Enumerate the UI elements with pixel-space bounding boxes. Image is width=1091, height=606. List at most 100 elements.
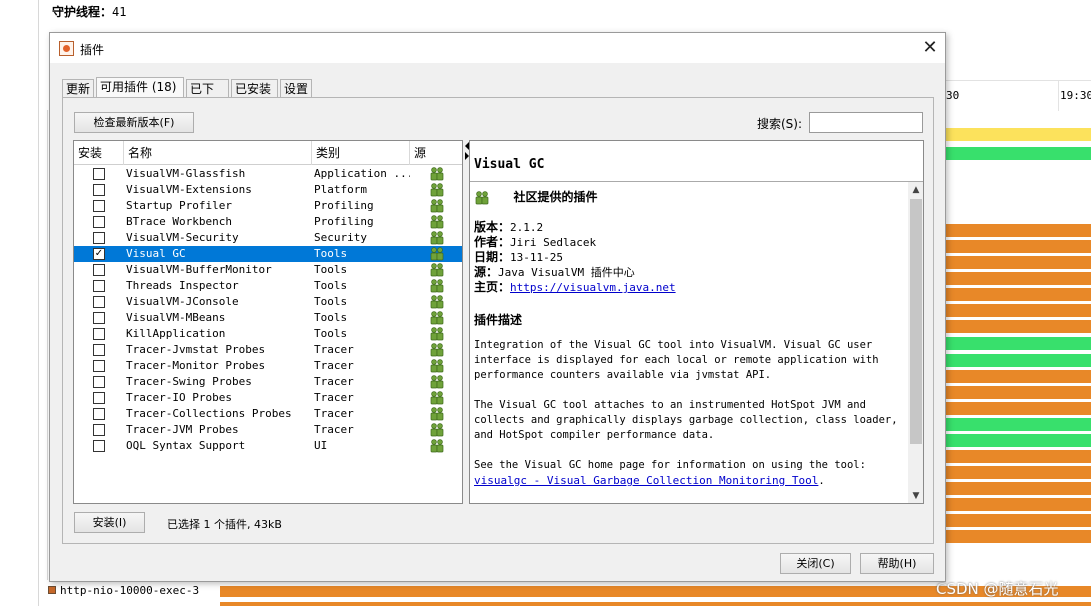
install-checkbox[interactable] — [93, 312, 105, 324]
timeline-tick: 19:30 — [1060, 89, 1091, 102]
homepage-row: 主页：https://visualvm.java.net — [474, 280, 676, 294]
install-checkbox[interactable] — [93, 392, 105, 404]
date-row: 日期：13-11-25 — [474, 250, 563, 264]
table-row[interactable]: Tracer-IO Probes Tracer — [74, 390, 462, 406]
plugin-name: OQL Syntax Support — [126, 439, 246, 452]
thread-row-label[interactable]: http-nio-10000-exec-3 — [48, 584, 199, 597]
detail-title: Visual GC — [474, 157, 545, 172]
community-people-icon — [430, 343, 444, 357]
install-checkbox[interactable] — [93, 280, 105, 292]
thread-bar — [944, 304, 1091, 317]
tab-settings[interactable]: 设置 — [280, 79, 312, 98]
community-people-icon — [430, 407, 444, 421]
community-people-icon — [430, 199, 444, 213]
tab-downloaded[interactable]: 已下载 — [186, 79, 229, 114]
check-updates-button[interactable]: 检查最新版本(F) — [74, 112, 194, 133]
thread-bar — [944, 147, 1091, 160]
column-header-source[interactable]: 源 — [410, 141, 462, 165]
column-header-category[interactable]: 类别 — [312, 141, 410, 165]
tab-updates[interactable]: 更新 — [62, 79, 94, 98]
install-button[interactable]: 安装(I) — [74, 512, 145, 533]
community-people-icon — [430, 375, 444, 389]
table-row[interactable]: ✓ Visual GC Tools — [74, 246, 462, 262]
help-button[interactable]: 帮助(H) — [860, 553, 934, 574]
visualgc-link[interactable]: visualgc - Visual Garbage Collection Mon… — [474, 474, 818, 487]
column-header-install[interactable]: 安装 — [74, 141, 124, 165]
install-checkbox[interactable] — [93, 424, 105, 436]
thread-bar — [944, 337, 1091, 350]
table-row[interactable]: VisualVM-Security Security — [74, 230, 462, 246]
install-checkbox[interactable] — [93, 232, 105, 244]
thread-bar — [944, 256, 1091, 269]
plugin-name: VisualVM-Extensions — [126, 183, 252, 196]
install-checkbox[interactable] — [93, 360, 105, 372]
thread-bar — [944, 386, 1091, 399]
community-people-icon — [430, 439, 444, 453]
author-row: 作者：Jiri Sedlacek — [474, 235, 597, 249]
community-row: 社区提供的插件 — [474, 190, 904, 210]
plugin-category: Tracer — [314, 375, 354, 388]
plugin-category: Tracer — [314, 391, 354, 404]
plugin-name: Startup Profiler — [126, 199, 232, 212]
scrollbar-thumb[interactable] — [910, 199, 922, 444]
plugin-name: Tracer-Swing Probes — [126, 375, 252, 388]
background-divider — [38, 0, 39, 606]
table-row[interactable]: VisualVM-BufferMonitor Tools — [74, 262, 462, 278]
install-checkbox[interactable] — [93, 184, 105, 196]
tab-installed[interactable]: 已安装 — [231, 79, 278, 98]
community-people-icon — [430, 327, 444, 341]
table-row[interactable]: Tracer-Jvmstat Probes Tracer — [74, 342, 462, 358]
plugin-name: Tracer-Monitor Probes — [126, 359, 266, 372]
install-checkbox[interactable] — [93, 376, 105, 388]
close-icon[interactable]: ✕ — [915, 33, 945, 63]
table-row[interactable]: VisualVM-MBeans Tools — [74, 310, 462, 326]
install-checkbox[interactable] — [93, 344, 105, 356]
table-row[interactable]: VisualVM-Extensions Platform — [74, 182, 462, 198]
dialog-titlebar[interactable]: 插件 ✕ — [50, 33, 945, 63]
install-checkbox[interactable] — [93, 216, 105, 228]
table-row[interactable]: Tracer-Monitor Probes Tracer — [74, 358, 462, 374]
homepage-paragraph: See the Visual GC home page for informat… — [474, 459, 866, 487]
table-row[interactable]: Tracer-Swing Probes Tracer — [74, 374, 462, 390]
scroll-down-icon[interactable]: ▼ — [908, 488, 923, 503]
plugin-category: Profiling — [314, 199, 374, 212]
install-checkbox[interactable] — [93, 296, 105, 308]
table-row[interactable]: Startup Profiler Profiling — [74, 198, 462, 214]
table-row[interactable]: VisualVM-Glassfish Application ... — [74, 166, 462, 182]
thread-bar — [944, 466, 1091, 479]
install-checkbox[interactable]: ✓ — [93, 248, 105, 260]
community-people-icon — [475, 191, 489, 205]
table-row[interactable]: Tracer-Collections Probes Tracer — [74, 406, 462, 422]
table-row[interactable]: VisualVM-JConsole Tools — [74, 294, 462, 310]
community-label: 社区提供的插件 — [513, 190, 598, 204]
table-row[interactable]: KillApplication Tools — [74, 326, 462, 342]
plugin-category: Tracer — [314, 343, 354, 356]
install-checkbox[interactable] — [93, 440, 105, 452]
install-checkbox[interactable] — [93, 264, 105, 276]
thread-bar — [944, 224, 1091, 237]
community-people-icon — [430, 295, 444, 309]
scroll-up-icon[interactable]: ▲ — [908, 182, 923, 198]
table-row[interactable]: Tracer-JVM Probes Tracer — [74, 422, 462, 438]
plugin-category: Tools — [314, 311, 348, 324]
homepage-link[interactable]: https://visualvm.java.net — [510, 281, 676, 294]
install-checkbox[interactable] — [93, 200, 105, 212]
install-checkbox[interactable] — [93, 408, 105, 420]
plugin-name: VisualVM-MBeans — [126, 311, 226, 324]
search-input[interactable] — [809, 112, 923, 133]
plugin-category: Tools — [314, 247, 348, 260]
install-checkbox[interactable] — [93, 328, 105, 340]
column-header-name[interactable]: 名称 — [124, 141, 312, 165]
plugin-category: Platform — [314, 183, 367, 196]
close-button[interactable]: 关闭(C) — [780, 553, 851, 574]
table-row[interactable]: Threads Inspector Tools — [74, 278, 462, 294]
tab-available-plugins[interactable]: 可用插件 (18) — [96, 77, 184, 98]
plugin-app-icon — [59, 41, 74, 56]
table-row[interactable]: BTrace Workbench Profiling — [74, 214, 462, 230]
install-checkbox[interactable] — [93, 168, 105, 180]
table-row[interactable]: OQL Syntax Support UI — [74, 438, 462, 454]
detail-scrollbar[interactable]: ▲ ▼ — [908, 182, 923, 503]
timeline-header: 30 19:30 — [944, 80, 1091, 111]
plugins-dialog: 插件 ✕ 更新 可用插件 (18) 已下载 已安装 设置 检查最新版本(F) 搜… — [49, 32, 946, 582]
search-label: 搜索(S): — [757, 117, 803, 131]
